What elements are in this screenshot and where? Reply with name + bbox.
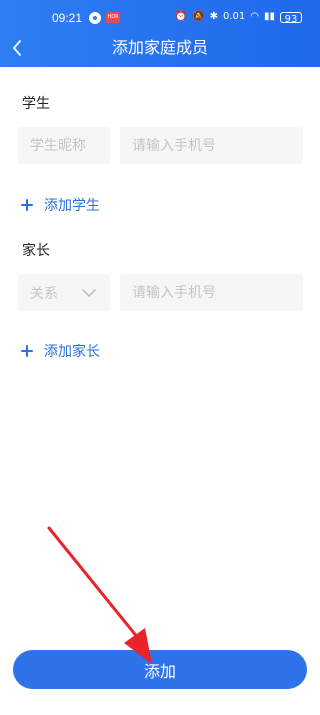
wifi-icon: ◠: [250, 11, 259, 22]
hdr-icon: HDR: [106, 12, 120, 23]
relation-select-value: 关系: [30, 285, 58, 302]
page-title: 添加家庭成员: [111, 38, 208, 57]
plus-icon: [20, 344, 34, 358]
students-section-title: 学生: [22, 96, 50, 112]
relation-select[interactable]: 关系: [18, 274, 110, 311]
student-phone-input[interactable]: [132, 137, 303, 154]
eye-icon: [89, 12, 101, 24]
chevron-down-icon: [82, 288, 96, 297]
network-speed: 0.01: [222, 11, 246, 22]
add-student-button[interactable]: 添加学生: [20, 195, 100, 215]
status-icons: ⏰ 🔕 ✱ 0.01 ◠ ▮▮ 93: [174, 10, 302, 25]
submit-add-button[interactable]: 添加: [13, 650, 307, 689]
student-nickname-input[interactable]: [30, 137, 110, 154]
add-parent-button[interactable]: 添加家长: [20, 341, 100, 361]
signal-icon: ▮▮: [263, 11, 275, 22]
student-nickname-field[interactable]: [18, 127, 110, 164]
plus-icon: [20, 198, 34, 212]
parent-phone-input[interactable]: [132, 284, 303, 301]
status-bar: 09:21 HDR ⏰ 🔕 ✱ 0.01 ◠ ▮▮ 93: [0, 0, 320, 36]
add-parent-label: 添加家长: [44, 344, 100, 360]
status-time: 09:21: [52, 11, 83, 25]
header-bar: 09:21 HDR ⏰ 🔕 ✱ 0.01 ◠ ▮▮ 93 添加家庭成员: [0, 0, 320, 67]
parents-section-title: 家长: [22, 243, 50, 259]
alarm-icon: ⏰: [174, 11, 188, 22]
bluetooth-icon: ✱: [209, 11, 218, 22]
student-phone-field[interactable]: [120, 127, 303, 164]
battery-icon: 93: [280, 11, 302, 25]
mute-icon: 🔕: [192, 11, 205, 22]
add-student-label: 添加学生: [44, 198, 100, 214]
parent-phone-field[interactable]: [120, 274, 303, 311]
